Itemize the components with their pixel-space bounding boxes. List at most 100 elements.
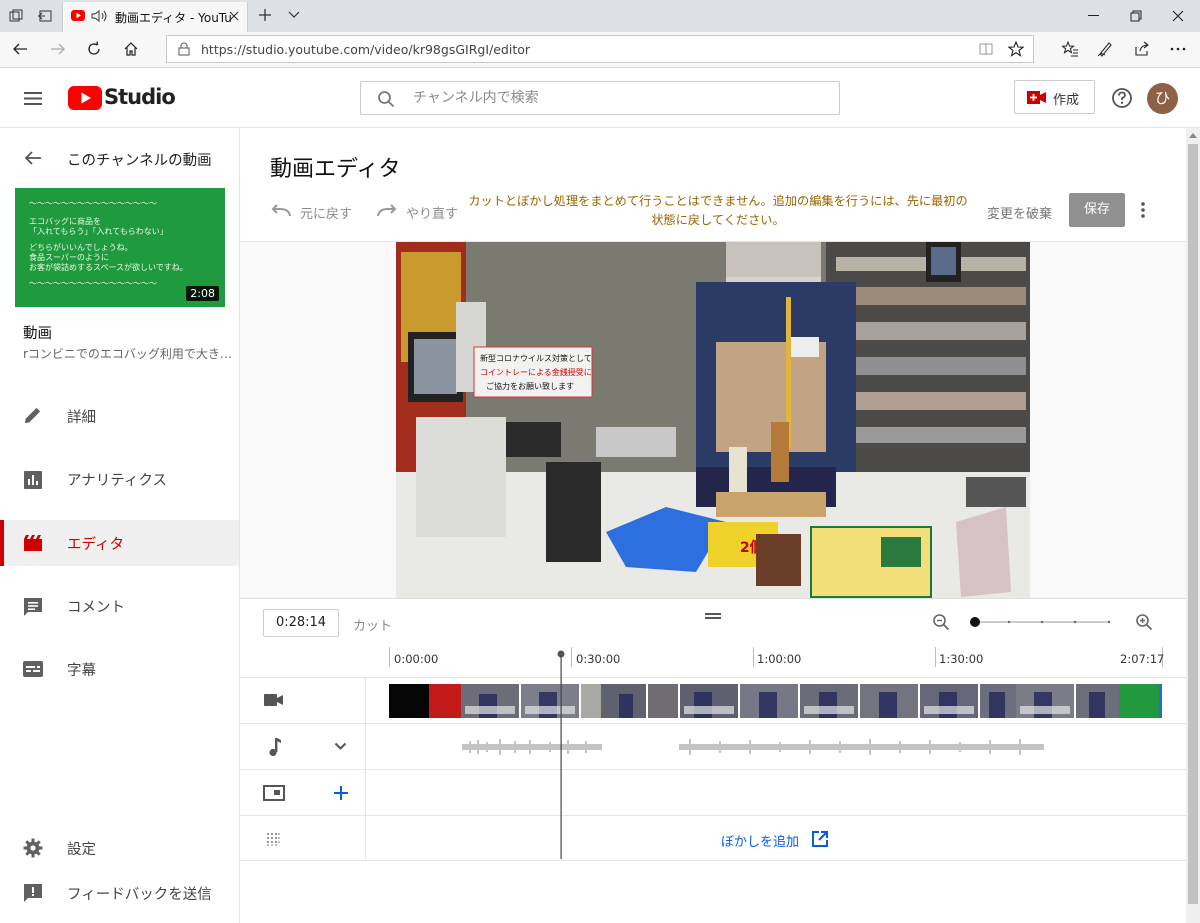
url-text[interactable]: https://studio.youtube.com/video/kr98gsG…: [201, 42, 530, 57]
open-external-icon[interactable]: [811, 830, 829, 848]
page-scrollbar[interactable]: [1186, 128, 1200, 923]
favorite-star-icon[interactable]: [1008, 41, 1024, 57]
reading-view-icon[interactable]: [979, 43, 993, 56]
back-arrow-icon[interactable]: [24, 150, 42, 166]
new-tab-icon[interactable]: [258, 8, 272, 22]
save-button[interactable]: 保存: [1069, 193, 1125, 227]
video-camera-plus-icon: [1027, 91, 1047, 104]
music-note-icon: [268, 737, 282, 757]
hamburger-menu-icon[interactable]: [24, 92, 42, 105]
sidebar-item-details[interactable]: 詳細: [0, 393, 239, 439]
thumbnail-duration: 2:08: [186, 286, 219, 301]
end-screen-icon: [263, 785, 285, 801]
add-blur-link[interactable]: ぼかしを追加: [721, 831, 799, 850]
blur-track-header: [240, 816, 366, 860]
sidebar-item-analytics[interactable]: アナリティクス: [0, 456, 239, 502]
tick-label: 1:30:00: [939, 652, 984, 666]
sidebar-item-label: フィードバックを送信: [67, 887, 212, 903]
set-aside-tabs-icon[interactable]: [37, 9, 53, 23]
favorites-list-icon[interactable]: [1062, 41, 1079, 57]
sidebar-item-comments[interactable]: コメント: [0, 583, 239, 629]
page-title: 動画エディタ: [270, 157, 401, 182]
pen-notes-icon[interactable]: [1097, 41, 1113, 57]
sidebar-item-label: コメント: [67, 600, 125, 616]
search-icon[interactable]: [377, 90, 395, 108]
url-bar[interactable]: https://studio.youtube.com/video/kr98gsG…: [166, 35, 1034, 63]
forward-arrow-icon[interactable]: [50, 42, 66, 56]
undo-icon: [270, 204, 292, 218]
sidebar-item-settings[interactable]: 設定: [0, 825, 239, 871]
timeline-panel: 0:28:14 カット 0:00:00 0:30:00 1:00:00 1:30…: [240, 598, 1186, 923]
redo-label: やり直す: [406, 207, 459, 222]
redo-button[interactable]: やり直す: [376, 200, 466, 224]
youtube-logo-icon[interactable]: [68, 86, 102, 110]
video-sign-line: コイントレーによる金銭授受に: [480, 367, 592, 377]
sidebar-item-label: 字幕: [67, 663, 96, 679]
more-menu-icon[interactable]: [1170, 47, 1186, 51]
window-close-icon[interactable]: [1172, 10, 1184, 22]
discard-changes-button[interactable]: 変更を破棄: [987, 203, 1052, 222]
channel-search[interactable]: [360, 81, 840, 115]
chevron-down-icon[interactable]: [334, 742, 347, 751]
restore-icon[interactable]: [1130, 10, 1142, 22]
pencil-icon: [23, 405, 43, 425]
subtitles-icon: [23, 661, 43, 677]
video-track: [240, 677, 1186, 723]
cut-button[interactable]: カット: [353, 615, 392, 634]
playhead[interactable]: [556, 649, 566, 859]
zoom-in-icon[interactable]: [1135, 613, 1153, 631]
browser-tab-active[interactable]: 動画エディタ - YouTu: [62, 2, 248, 32]
video-thumbnail[interactable]: 〜〜〜〜〜〜〜〜〜〜〜〜〜〜〜〜 エコバッグに商品を 「入れてもらう」「入れても…: [15, 188, 225, 307]
close-tab-icon[interactable]: [229, 11, 239, 21]
end-screen-track-header: [240, 770, 366, 815]
avatar[interactable]: ひ: [1147, 83, 1178, 114]
redo-icon: [376, 204, 398, 218]
tick-label: 0:00:00: [394, 652, 439, 666]
sidebar-item-feedback[interactable]: フィードバックを送信: [0, 870, 239, 916]
studio-header: Studio 作成 ひ: [0, 68, 1200, 128]
video-frame-illustration: 新型コロナウイルス対策として コイントレーによる金銭授受に ご協力をお願い致しま…: [396, 242, 1030, 599]
scroll-up-icon[interactable]: [1189, 132, 1197, 138]
studio-logo-text[interactable]: Studio: [104, 85, 176, 109]
thumbnail-text: お客が袋詰めするスペースが欲しいですね。: [29, 263, 188, 272]
edit-warning-message: カットとぼかし処理をまとめて行うことはできません。追加の編集を行うには、先に最初…: [468, 194, 968, 227]
youtube-favicon-icon: [71, 10, 85, 21]
back-to-channel-videos[interactable]: このチャンネルの動画: [67, 149, 212, 170]
editor-main: 動画エディタ 元に戻す やり直す カットとぼかし処理をまとめて行うことはできませ…: [240, 128, 1186, 923]
more-options-icon[interactable]: [1141, 202, 1145, 218]
video-preview[interactable]: 新型コロナウイルス対策として コイントレーによる金銭授受に ご協力をお願い致しま…: [396, 242, 1030, 599]
audio-track-header: [240, 724, 366, 769]
browser-address-bar: https://studio.youtube.com/video/kr98gsG…: [0, 32, 1200, 68]
speaker-icon[interactable]: [91, 9, 109, 23]
zoom-out-icon[interactable]: [932, 613, 950, 631]
sidebar-item-editor[interactable]: エディタ: [0, 520, 239, 566]
scroll-thumb[interactable]: [1188, 144, 1198, 904]
tab-actions-icon[interactable]: [9, 9, 23, 23]
tab-list-chevron-icon[interactable]: [288, 11, 300, 19]
undo-button[interactable]: 元に戻す: [270, 200, 360, 224]
audio-waveform[interactable]: [389, 732, 1162, 762]
refresh-icon[interactable]: [86, 41, 102, 57]
video-camera-icon: [264, 693, 284, 707]
zoom-slider[interactable]: [970, 615, 1112, 629]
end-screen-track: [240, 769, 1186, 815]
share-icon[interactable]: [1134, 41, 1150, 57]
tick-label: 2:07:17: [1120, 652, 1165, 666]
sidebar-item-subtitles[interactable]: 字幕: [0, 646, 239, 692]
search-input[interactable]: [413, 82, 833, 114]
create-button[interactable]: 作成: [1014, 80, 1095, 114]
sidebar-item-label: 詳細: [67, 410, 96, 426]
sidebar-item-label: 設定: [67, 842, 96, 858]
help-icon[interactable]: [1111, 87, 1133, 109]
home-icon[interactable]: [123, 41, 139, 57]
current-time-display[interactable]: 0:28:14: [263, 609, 339, 637]
add-end-screen-icon[interactable]: [333, 785, 349, 801]
minimize-icon[interactable]: [1088, 15, 1100, 17]
video-filmstrip[interactable]: [389, 684, 1162, 718]
resize-handle-icon[interactable]: [705, 613, 721, 620]
thumbnail-text: 〜〜〜〜〜〜〜〜〜〜〜〜〜〜〜〜: [29, 279, 157, 288]
video-track-header: [240, 678, 366, 723]
back-arrow-icon[interactable]: [12, 42, 28, 56]
lock-icon[interactable]: [178, 42, 190, 56]
tick-label: 1:00:00: [757, 652, 802, 666]
